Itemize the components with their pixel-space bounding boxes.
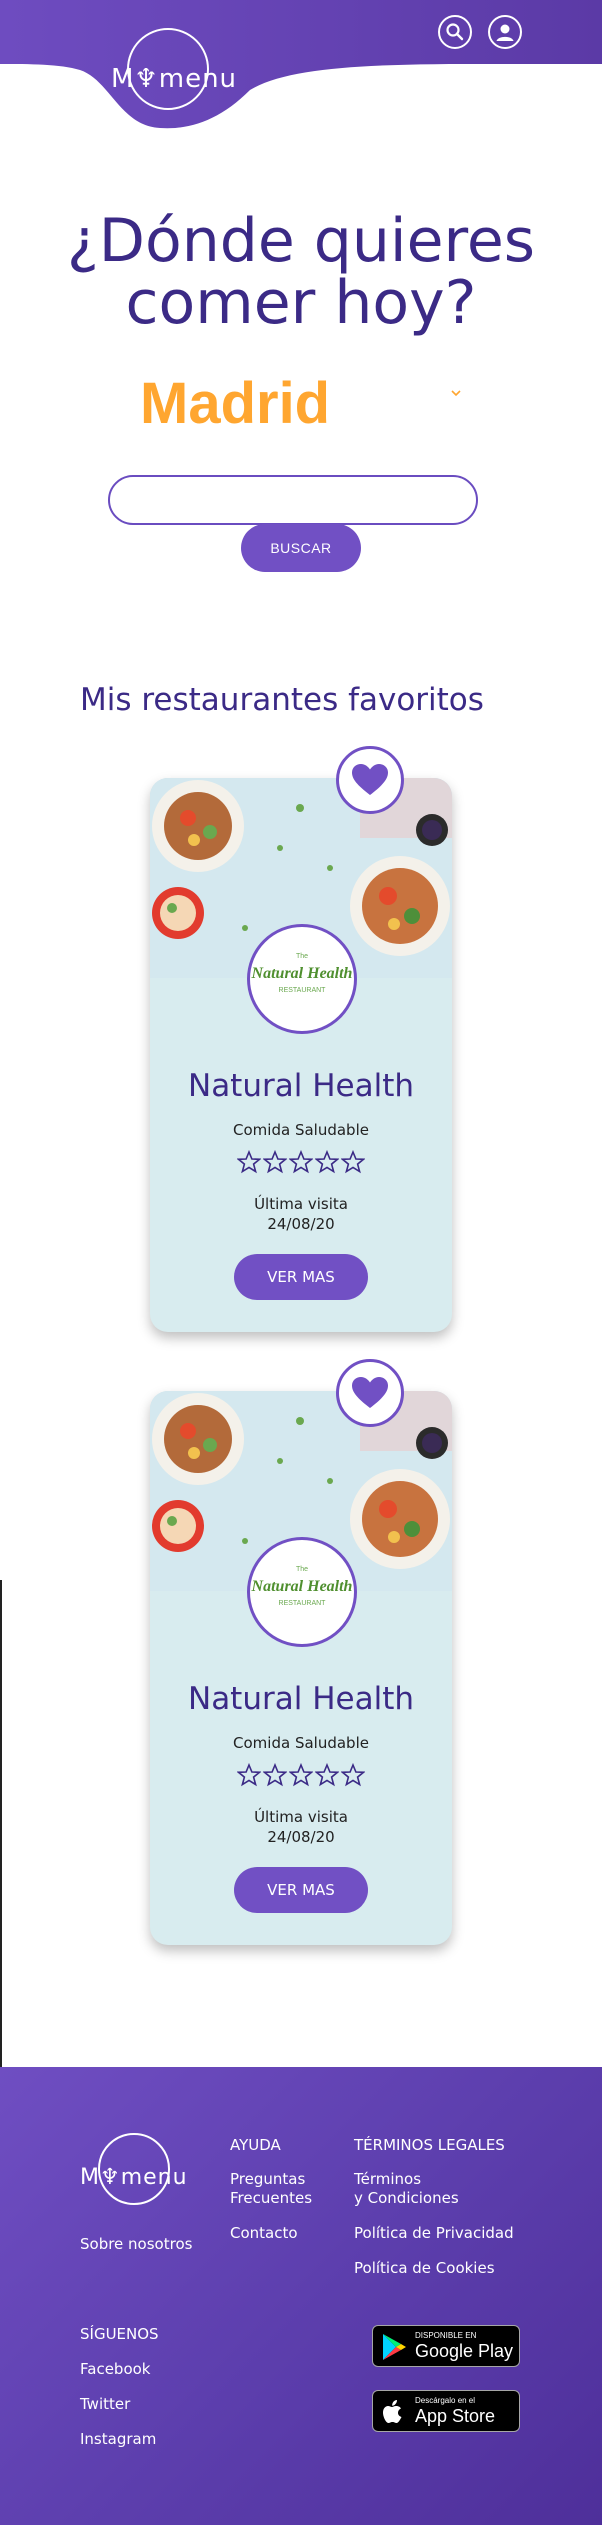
terms-link[interactable]: Términos y Condiciones — [354, 2170, 459, 2208]
city-selected: Madrid — [140, 371, 331, 436]
app-store-big-text: App Store — [415, 2406, 496, 2426]
restaurant-logo: The Natural Health RESTAURANT — [247, 924, 357, 1034]
heart-icon — [352, 1377, 388, 1408]
search-input[interactable] — [108, 475, 478, 525]
star-icon[interactable] — [288, 1149, 314, 1174]
restaurant-name: Natural Health — [188, 1068, 414, 1104]
google-play-big-text: Google Play — [415, 2341, 514, 2361]
favorite-toggle[interactable] — [336, 746, 404, 814]
heart-icon — [352, 764, 388, 795]
star-icon[interactable] — [236, 1762, 262, 1787]
app-store-small-text: Descárgalo en el — [415, 2396, 476, 2405]
favorite-toggle[interactable] — [336, 1359, 404, 1427]
logo-text: M♆menu — [111, 64, 238, 94]
rating-stars[interactable] — [150, 1762, 452, 1792]
footer: M♆menu Sobre nosotros AYUDA Preguntas Fr… — [0, 2067, 602, 2525]
restaurant-logo: The Natural Health RESTAURANT — [247, 1537, 357, 1647]
restaurant-logo-prefix: The — [295, 1566, 309, 1573]
star-icon[interactable] — [314, 1762, 340, 1787]
restaurant-card: The Natural Health RESTAURANT Natural He… — [150, 1391, 452, 1945]
star-icon[interactable] — [340, 1762, 366, 1787]
star-icon[interactable] — [288, 1762, 314, 1787]
rating-stars[interactable] — [150, 1149, 452, 1179]
star-icon[interactable] — [236, 1149, 262, 1174]
last-visit-label: Última visita — [254, 1195, 348, 1213]
terms-link-line2: y Condiciones — [354, 2189, 459, 2207]
contact-link[interactable]: Contacto — [230, 2224, 298, 2243]
restaurant-card: The Natural Health RESTAURANT Natural He… — [150, 778, 452, 1332]
hero-title: ¿Dónde quieres comer hoy? — [40, 210, 562, 334]
google-play-small-text: DISPONIBLE EN — [415, 2331, 477, 2340]
brand-logo[interactable]: M♆menu — [105, 22, 238, 132]
google-play-badge[interactable]: DISPONIBLE EN Google Play — [372, 2325, 520, 2367]
footer-logo[interactable]: M♆menu — [80, 2133, 188, 2223]
view-more-button[interactable]: VER MAS — [234, 1254, 368, 1300]
cookies-link[interactable]: Política de Cookies — [354, 2259, 495, 2278]
star-icon[interactable] — [262, 1762, 288, 1787]
favorites-title: Mis restaurantes favoritos — [80, 682, 484, 718]
page-edge-line — [0, 1580, 2, 2067]
instagram-link[interactable]: Instagram — [80, 2430, 156, 2449]
help-heading: AYUDA — [230, 2136, 281, 2154]
city-select[interactable]: Madrid — [140, 370, 470, 440]
star-icon[interactable] — [314, 1149, 340, 1174]
restaurant-category: Comida Saludable — [233, 1121, 369, 1139]
legal-heading: TÉRMINOS LEGALES — [354, 2136, 505, 2154]
search-icon[interactable] — [438, 15, 472, 49]
restaurant-logo-tagline: RESTAURANT — [278, 987, 326, 994]
restaurant-logo-prefix: The — [295, 953, 309, 960]
terms-link-line1: Términos — [354, 2170, 422, 2188]
last-visit-label: Última visita — [254, 1808, 348, 1826]
privacy-link[interactable]: Política de Privacidad — [354, 2224, 514, 2243]
last-visit-date: 24/08/20 — [267, 1215, 335, 1233]
faq-link-line1: Preguntas — [230, 2170, 306, 2188]
google-play-icon — [383, 2334, 406, 2360]
search-button[interactable]: BUSCAR — [241, 524, 361, 572]
hero-title-line1: ¿Dónde quieres — [66, 206, 536, 276]
facebook-link[interactable]: Facebook — [80, 2360, 150, 2379]
faq-link[interactable]: Preguntas Frecuentes — [230, 2170, 312, 2208]
user-icon[interactable] — [488, 15, 522, 49]
faq-link-line2: Frecuentes — [230, 2189, 313, 2207]
footer-logo-text: M♆menu — [80, 2165, 188, 2190]
restaurant-logo-name: Natural Health — [251, 965, 353, 982]
view-more-button[interactable]: VER MAS — [234, 1867, 368, 1913]
twitter-link[interactable]: Twitter — [80, 2395, 130, 2414]
social-heading: SÍGUENOS — [80, 2325, 159, 2343]
restaurant-name: Natural Health — [188, 1681, 414, 1717]
hero-title-line2: comer hoy? — [125, 268, 477, 338]
star-icon[interactable] — [340, 1149, 366, 1174]
star-icon[interactable] — [262, 1149, 288, 1174]
chevron-down-icon — [451, 390, 461, 397]
restaurant-logo-name: Natural Health — [251, 1578, 353, 1595]
apple-icon — [383, 2400, 402, 2423]
restaurant-category: Comida Saludable — [233, 1734, 369, 1752]
about-link[interactable]: Sobre nosotros — [80, 2235, 192, 2254]
restaurant-logo-tagline: RESTAURANT — [278, 1600, 326, 1607]
app-store-badge[interactable]: Descárgalo en el App Store — [372, 2390, 520, 2432]
last-visit-date: 24/08/20 — [267, 1828, 335, 1846]
